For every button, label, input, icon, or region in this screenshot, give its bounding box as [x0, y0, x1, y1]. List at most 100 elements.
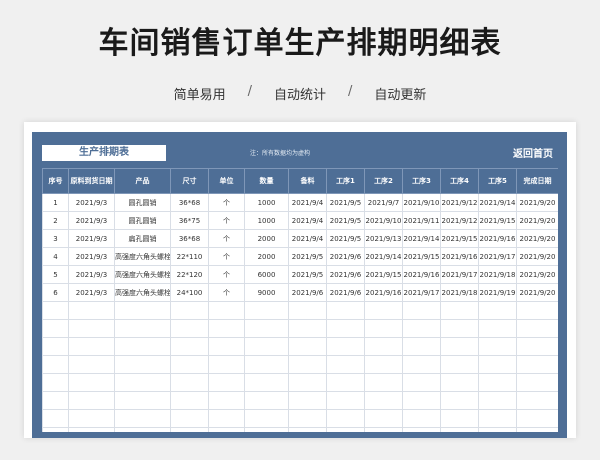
table-cell[interactable]: [170, 427, 209, 432]
table-cell[interactable]: 2000: [244, 247, 289, 266]
table-cell[interactable]: [208, 301, 245, 320]
table-cell[interactable]: 2021/9/5: [326, 193, 365, 212]
table-cell[interactable]: 2021/9/7: [364, 193, 403, 212]
table-cell[interactable]: [114, 409, 171, 428]
table-cell[interactable]: 高强度六角头螺栓: [114, 265, 171, 284]
table-cell[interactable]: [326, 409, 365, 428]
table-cell[interactable]: [440, 409, 479, 428]
table-cell[interactable]: [170, 373, 209, 392]
table-cell[interactable]: [208, 391, 245, 410]
table-cell[interactable]: 4: [42, 247, 69, 266]
table-cell[interactable]: [402, 373, 441, 392]
table-cell[interactable]: [478, 319, 517, 338]
table-cell[interactable]: [244, 427, 289, 432]
table-cell[interactable]: [42, 391, 69, 410]
table-cell[interactable]: 36*75: [170, 211, 209, 230]
table-cell[interactable]: [364, 427, 403, 432]
table-cell[interactable]: [440, 301, 479, 320]
table-cell[interactable]: 2021/9/4: [288, 211, 327, 230]
table-cell[interactable]: [114, 391, 171, 410]
table-cell[interactable]: [170, 319, 209, 338]
table-cell[interactable]: [68, 355, 115, 374]
table-cell[interactable]: [478, 373, 517, 392]
table-cell[interactable]: 高强度六角头螺栓: [114, 247, 171, 266]
table-cell[interactable]: [114, 301, 171, 320]
table-cell[interactable]: 2021/9/19: [478, 283, 517, 302]
table-cell[interactable]: [208, 355, 245, 374]
table-cell[interactable]: 2021/9/14: [402, 229, 441, 248]
table-cell[interactable]: 2021/9/15: [364, 265, 403, 284]
table-cell[interactable]: [364, 337, 403, 356]
table-cell[interactable]: 2021/9/20: [516, 283, 558, 302]
table-cell[interactable]: [402, 319, 441, 338]
table-cell[interactable]: [244, 355, 289, 374]
table-cell[interactable]: [42, 373, 69, 392]
table-cell[interactable]: 2021/9/16: [478, 229, 517, 248]
table-cell[interactable]: 个: [208, 247, 245, 266]
table-cell[interactable]: [402, 427, 441, 432]
table-cell[interactable]: [170, 337, 209, 356]
table-cell[interactable]: 2021/9/18: [478, 265, 517, 284]
table-cell[interactable]: [208, 319, 245, 338]
table-cell[interactable]: [114, 373, 171, 392]
table-cell[interactable]: [42, 427, 69, 432]
table-cell[interactable]: [440, 427, 479, 432]
table-cell[interactable]: [114, 355, 171, 374]
table-cell[interactable]: [478, 355, 517, 374]
table-cell[interactable]: [288, 409, 327, 428]
table-cell[interactable]: 2021/9/11: [402, 211, 441, 230]
table-cell[interactable]: [326, 427, 365, 432]
table-cell[interactable]: 2021/9/15: [402, 247, 441, 266]
table-cell[interactable]: [440, 319, 479, 338]
table-cell[interactable]: 2021/9/20: [516, 211, 558, 230]
table-cell[interactable]: [516, 337, 558, 356]
table-cell[interactable]: 6000: [244, 265, 289, 284]
table-cell[interactable]: [170, 301, 209, 320]
table-cell[interactable]: [288, 355, 327, 374]
table-cell[interactable]: [114, 319, 171, 338]
table-cell[interactable]: [364, 301, 403, 320]
table-cell[interactable]: 2021/9/12: [440, 193, 479, 212]
table-cell[interactable]: 2021/9/15: [478, 211, 517, 230]
table-cell[interactable]: [288, 391, 327, 410]
table-cell[interactable]: [478, 337, 517, 356]
table-cell[interactable]: [170, 355, 209, 374]
table-cell[interactable]: 3: [42, 229, 69, 248]
table-cell[interactable]: [208, 427, 245, 432]
table-cell[interactable]: [42, 337, 69, 356]
table-cell[interactable]: [170, 409, 209, 428]
table-cell[interactable]: [516, 409, 558, 428]
table-cell[interactable]: [208, 337, 245, 356]
table-cell[interactable]: [516, 373, 558, 392]
table-cell[interactable]: 个: [208, 193, 245, 212]
table-cell[interactable]: [516, 301, 558, 320]
table-cell[interactable]: 圆孔圆销: [114, 193, 171, 212]
table-cell[interactable]: 2021/9/6: [288, 283, 327, 302]
table-cell[interactable]: [364, 391, 403, 410]
table-cell[interactable]: 2021/9/15: [440, 229, 479, 248]
table-cell[interactable]: 2021/9/20: [516, 247, 558, 266]
table-cell[interactable]: 1000: [244, 193, 289, 212]
table-cell[interactable]: 2021/9/13: [364, 229, 403, 248]
table-cell[interactable]: [288, 427, 327, 432]
table-cell[interactable]: 9000: [244, 283, 289, 302]
table-cell[interactable]: [288, 301, 327, 320]
table-cell[interactable]: 个: [208, 265, 245, 284]
table-cell[interactable]: [478, 301, 517, 320]
table-cell[interactable]: 2021/9/3: [68, 265, 115, 284]
table-cell[interactable]: [244, 409, 289, 428]
table-cell[interactable]: 2021/9/17: [402, 283, 441, 302]
table-cell[interactable]: [364, 409, 403, 428]
table-cell[interactable]: [208, 409, 245, 428]
table-cell[interactable]: 2021/9/16: [364, 283, 403, 302]
table-cell[interactable]: [478, 409, 517, 428]
home-button[interactable]: 返回首页: [513, 145, 553, 160]
table-cell[interactable]: [326, 355, 365, 374]
table-cell[interactable]: 2021/9/3: [68, 247, 115, 266]
table-cell[interactable]: 2021/9/18: [440, 283, 479, 302]
table-cell[interactable]: [244, 337, 289, 356]
table-cell[interactable]: 2: [42, 211, 69, 230]
table-cell[interactable]: 个: [208, 229, 245, 248]
table-cell[interactable]: [326, 301, 365, 320]
table-cell[interactable]: [68, 427, 115, 432]
